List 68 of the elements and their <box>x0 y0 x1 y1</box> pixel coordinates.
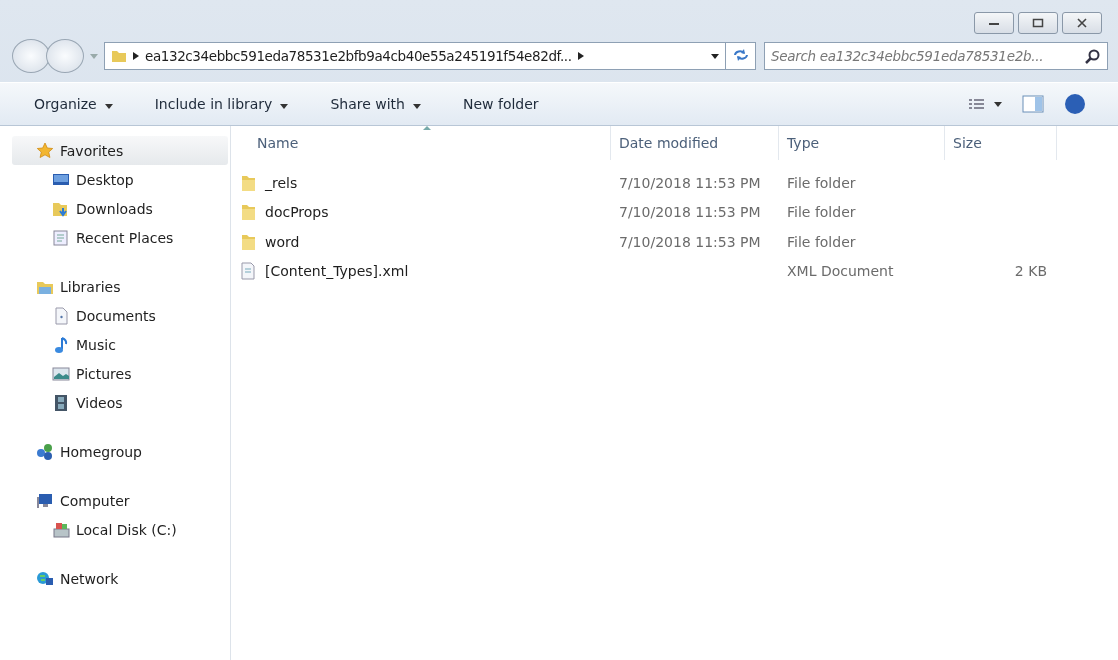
pane-icon <box>1022 95 1044 113</box>
sidebar-item[interactable]: Music <box>14 330 228 359</box>
file-name[interactable]: docProps <box>265 204 329 221</box>
folder-icon <box>239 173 257 192</box>
toolbar-button[interactable]: Share with <box>318 90 433 118</box>
chevron-icon[interactable] <box>577 52 584 60</box>
star-icon <box>36 141 54 160</box>
date-modified: 7/10/2018 11:53 PM <box>619 233 761 250</box>
caret-icon <box>412 104 421 109</box>
sidebar-item[interactable]: Local Disk (C:) <box>14 515 228 544</box>
folder-icon <box>239 232 257 251</box>
sidebar-item[interactable]: Desktop <box>14 165 228 194</box>
file-name[interactable]: _rels <box>265 174 298 191</box>
folder-icon <box>111 49 127 63</box>
chevron-icon[interactable] <box>133 52 139 60</box>
column-header[interactable]: Type <box>779 126 945 160</box>
file-name[interactable]: word <box>265 233 300 250</box>
type: XML Document <box>787 263 894 280</box>
file-name[interactable]: [Content_Types].xml <box>265 263 409 280</box>
type: File folder <box>787 233 856 250</box>
sidebar-item[interactable]: Computer <box>12 486 228 515</box>
maximize-icon <box>1032 18 1044 28</box>
document-icon <box>52 306 70 325</box>
globe-icon <box>36 569 54 588</box>
sidebar-item[interactable]: Pictures <box>14 359 228 388</box>
minimize-icon <box>988 20 1000 26</box>
sidebar-item[interactable]: Favorites <box>12 136 228 165</box>
refresh-button[interactable] <box>726 42 756 70</box>
document-icon <box>52 228 70 247</box>
maximize-button[interactable] <box>1018 12 1058 34</box>
dropdown-caret-icon[interactable] <box>711 53 719 59</box>
folder-icon <box>239 203 257 222</box>
close-icon <box>1076 18 1088 28</box>
circles-icon <box>36 442 54 461</box>
toolbar-button[interactable]: Organize <box>22 90 125 118</box>
sidebar-item[interactable]: Recent Places <box>14 223 228 252</box>
type: File folder <box>787 204 856 221</box>
address-bar[interactable]: ea132c34ebbc591eda78531e2bfb9a4cb40e55a245191f54e82df... <box>104 42 726 70</box>
sidebar-item[interactable]: Network <box>12 564 228 593</box>
column-header[interactable]: Date modified <box>611 126 779 160</box>
list-view-icon <box>968 98 1002 110</box>
music-note-icon <box>52 335 70 354</box>
date-modified: 7/10/2018 11:53 PM <box>619 174 761 191</box>
minimize-button[interactable] <box>974 12 1014 34</box>
refresh-icon <box>731 47 750 62</box>
monitor-icon <box>36 491 54 510</box>
column-header[interactable]: Size <box>945 126 1057 160</box>
toolbar-button[interactable]: Include in library <box>142 90 301 118</box>
type: File folder <box>787 174 856 191</box>
document-icon <box>239 262 257 281</box>
sidebar-item[interactable]: Videos <box>14 388 228 417</box>
caret-icon <box>280 104 289 109</box>
sort-arrow-icon <box>423 126 431 130</box>
sidebar-item[interactable]: Documents <box>14 301 228 330</box>
search-icon <box>1085 49 1100 64</box>
toolbar-button[interactable]: New folder <box>450 90 551 118</box>
sidebar-item[interactable]: Downloads <box>14 194 228 223</box>
disk-icon <box>52 520 70 539</box>
size: 2 KB <box>1014 263 1047 280</box>
address-path: ea132c34ebbc591eda78531e2bfb9a4cb40e55a245191f54e82df... <box>145 48 572 64</box>
column-header[interactable]: Name <box>231 126 611 160</box>
date-modified: 7/10/2018 11:53 PM <box>619 204 761 221</box>
sidebar-item[interactable]: Homegroup <box>12 437 228 466</box>
picture-icon <box>52 364 70 383</box>
caret-icon <box>104 104 113 109</box>
search-field[interactable]: Search ea132c34ebbc591eda78531e2b... <box>764 42 1108 70</box>
sidebar-item[interactable]: Libraries <box>12 272 228 301</box>
film-icon <box>52 393 70 412</box>
